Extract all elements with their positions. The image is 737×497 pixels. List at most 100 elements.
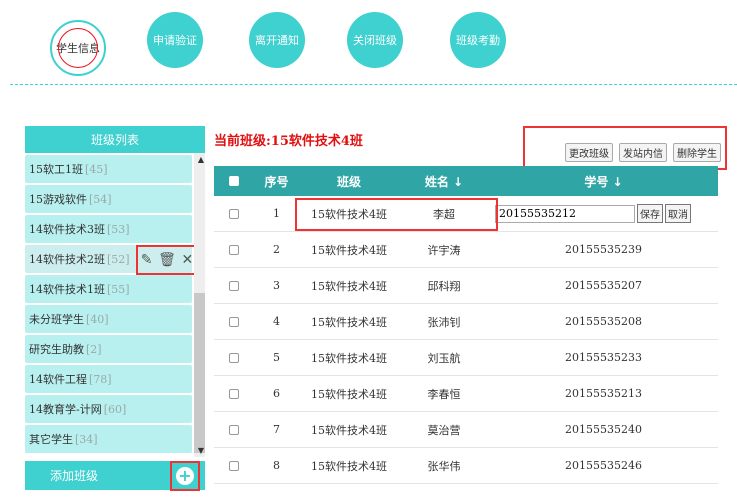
class-name: 15游戏软件 [29, 193, 87, 206]
table-row: 8 15软件技术4班 张华伟 20155535246 [214, 448, 718, 484]
row-checkbox[interactable] [229, 460, 239, 471]
row-index: 6 [273, 387, 280, 400]
class-name: 14软件技术1班 [29, 283, 105, 296]
row-checkbox[interactable] [229, 424, 239, 435]
row-student-id: 20155535233 [565, 351, 642, 364]
nav-student-info[interactable]: 学生信息 [50, 20, 106, 76]
row-checkbox[interactable] [229, 316, 239, 327]
edit-highlight [295, 198, 498, 231]
class-count: [53] [107, 222, 130, 236]
row-name: 刘玉航 [427, 351, 461, 365]
row-student-id: 20155535240 [565, 423, 642, 436]
delete-icon[interactable]: 🗑 [158, 252, 176, 268]
class-count: [55] [107, 282, 130, 296]
class-name: 14软件工程 [29, 373, 87, 386]
student-id-edit-cell: 保存 取消 [489, 204, 718, 223]
class-count: [60] [103, 402, 127, 416]
scroll-up-icon[interactable]: ▲ [198, 155, 204, 164]
select-all-checkbox[interactable] [229, 176, 239, 186]
row-student-id: 20155535246 [565, 459, 642, 472]
sidebar-item-class[interactable]: 14教育学-计网 [60] [25, 395, 192, 423]
edit-icon[interactable]: ✎ [141, 252, 153, 268]
close-icon[interactable]: ✕ [181, 252, 193, 268]
action-toolbar: 更改班级 发站内信 删除学生 [523, 126, 727, 170]
change-class-button[interactable]: 更改班级 [565, 143, 613, 162]
send-message-button[interactable]: 发站内信 [619, 143, 667, 162]
table-row: 2 15软件技术4班 许宇涛 20155535239 [214, 232, 718, 268]
row-index: 8 [273, 459, 280, 472]
row-class: 15软件技术4班 [311, 387, 387, 401]
class-name: 14软件技术2班 [29, 253, 105, 266]
scroll-down-icon[interactable]: ▼ [198, 446, 204, 455]
sidebar-item-class[interactable]: 其它学生 [34] [25, 425, 192, 453]
class-name: 研究生助教 [29, 343, 84, 356]
class-name: 14软件技术3班 [29, 223, 105, 236]
col-name[interactable]: 姓名 ↓ [399, 173, 489, 190]
col-class: 班级 [336, 174, 361, 189]
table-row: 4 15软件技术4班 张沛钊 20155535208 [214, 304, 718, 340]
sidebar-item-class[interactable]: 未分班学生 [40] [25, 305, 192, 333]
delete-student-button[interactable]: 删除学生 [673, 143, 721, 162]
nav-apply-verify[interactable]: 申请验证 [147, 12, 203, 68]
sidebar-item-class[interactable]: 14软件技术3班 [53] [25, 215, 192, 243]
table-row: 6 15软件技术4班 李春恒 20155535213 [214, 376, 718, 412]
nav-class-attendance[interactable]: 班级考勤 [450, 12, 506, 68]
add-class-bar: 添加班级 + [25, 461, 205, 491]
sidebar-item-class[interactable]: 15软工1班 [45] [25, 155, 192, 183]
table-row: 3 15软件技术4班 邱科翔 20155535207 [214, 268, 718, 304]
sidebar-item-class[interactable]: 研究生助教 [2] [25, 335, 192, 363]
sidebar-item-class[interactable]: 14软件工程 [78] [25, 365, 192, 393]
row-student-id: 20155535207 [565, 279, 642, 292]
plus-icon: + [176, 467, 194, 485]
row-index: 7 [273, 423, 280, 436]
class-count: [34] [75, 432, 98, 446]
row-index: 3 [273, 279, 280, 292]
class-count: [2] [86, 342, 102, 356]
class-name: 未分班学生 [29, 313, 84, 326]
cancel-button[interactable]: 取消 [665, 204, 691, 223]
row-name: 张华伟 [427, 459, 461, 473]
col-index: 序号 [264, 174, 289, 189]
row-student-id: 20155535213 [565, 387, 642, 400]
row-checkbox[interactable] [229, 280, 239, 291]
add-class-label: 添加班级 [50, 469, 99, 483]
current-class-title: 当前班级:15软件技术4班 [214, 134, 363, 149]
class-count: [52] [107, 252, 130, 266]
table-header: 序号 班级 姓名 ↓ 学号 ↓ [214, 166, 718, 196]
divider [10, 84, 737, 85]
row-checkbox[interactable] [229, 208, 239, 219]
row-checkbox[interactable] [229, 244, 239, 255]
col-student-id[interactable]: 学号 ↓ [489, 173, 718, 190]
row-name: 李春恒 [427, 387, 461, 401]
row-index: 1 [273, 207, 280, 220]
row-class: 15软件技术4班 [311, 243, 387, 257]
nav-close-class[interactable]: 关闭班级 [347, 12, 403, 68]
class-sidebar: 班级列表 15软工1班 [45] 15游戏软件 [54] 14软件技术3班 [53] … [25, 126, 205, 491]
row-checkbox[interactable] [229, 352, 239, 363]
student-id-input[interactable] [495, 204, 635, 223]
table-row: 5 15软件技术4班 刘玉航 20155535233 [214, 340, 718, 376]
row-class: 15软件技术4班 [311, 351, 387, 365]
class-name: 15软工1班 [29, 163, 83, 176]
top-nav: 学生信息 申请验证 离开通知 关闭班级 班级考勤 [0, 0, 737, 90]
row-class: 15软件技术4班 [311, 423, 387, 437]
save-button[interactable]: 保存 [637, 204, 663, 223]
row-checkbox[interactable] [229, 388, 239, 399]
row-class: 15软件技术4班 [311, 279, 387, 293]
sidebar-title: 班级列表 [25, 126, 205, 153]
row-student-id: 20155535239 [565, 243, 642, 256]
sidebar-item-class[interactable]: 15游戏软件 [54] [25, 185, 192, 213]
class-name: 其它学生 [29, 433, 73, 446]
add-class-button[interactable]: + [170, 461, 200, 491]
class-name: 14教育学-计网 [29, 403, 102, 416]
scroll-thumb[interactable] [194, 293, 205, 453]
class-item-actions: ✎ 🗑 ✕ [136, 245, 198, 275]
row-class: 15软件技术4班 [311, 459, 387, 473]
nav-leave-notice[interactable]: 离开通知 [249, 12, 305, 68]
sidebar-item-class[interactable]: 14软件技术1班 [55] [25, 275, 192, 303]
row-index: 2 [273, 243, 280, 256]
row-student-id: 20155535208 [565, 315, 642, 328]
row-index: 4 [273, 315, 280, 328]
table-row: 7 15软件技术4班 莫治营 20155535240 [214, 412, 718, 448]
row-name: 张沛钊 [427, 315, 461, 329]
